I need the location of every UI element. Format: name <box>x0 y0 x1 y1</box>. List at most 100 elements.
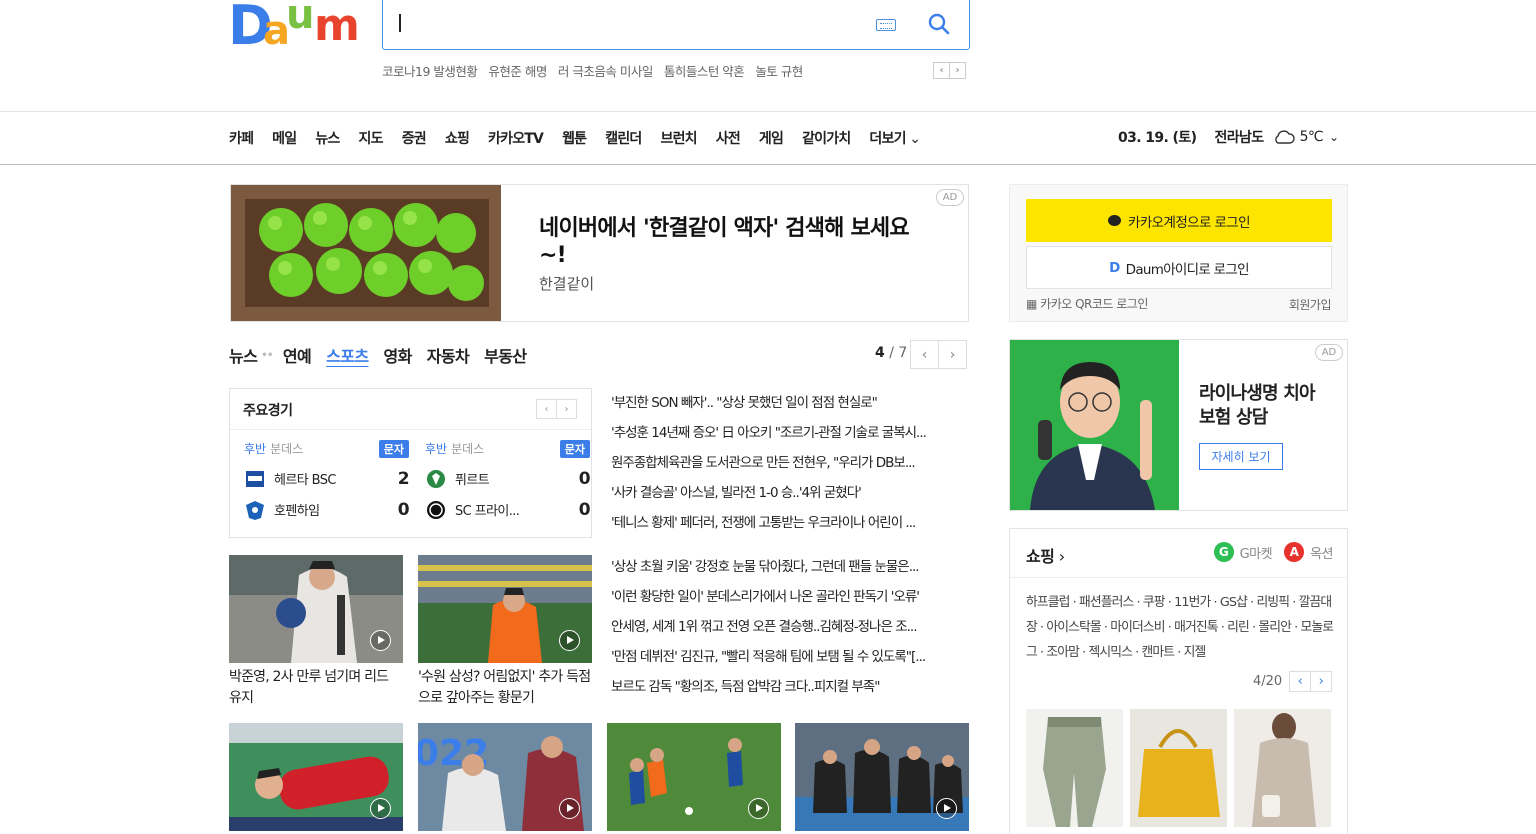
chevron-left-icon[interactable]: ‹ <box>536 399 557 419</box>
headline-link[interactable]: '이런 황당한 일이' 분데스리가에서 나온 골라인 판독기 '오류' <box>611 586 969 616</box>
nav-item-calendar[interactable]: 캘린더 <box>605 128 642 148</box>
tab-sports[interactable]: 스포츠 <box>326 343 369 367</box>
keyboard-icon[interactable] <box>876 19 896 31</box>
ad-title[interactable]: 네이버에서 '한결같이 액자' 검색해 보세요~! <box>539 215 929 269</box>
play-icon <box>370 630 391 651</box>
nav-item-mail[interactable]: 메일 <box>272 128 297 148</box>
daum-logo[interactable]: D a u m <box>228 0 363 54</box>
weather-region: 전라남도 <box>1214 130 1264 146</box>
daum-login-button[interactable]: D Daum아이디로 로그인 <box>1026 246 1332 289</box>
nav-item-brunch[interactable]: 브런치 <box>660 128 697 148</box>
search-icon[interactable] <box>926 11 952 37</box>
ad-image-apples[interactable] <box>231 185 501 321</box>
ad-badge: AD <box>1315 344 1343 361</box>
scoreboard: 주요경기 ‹ › 후반 분데스 문자 헤르타 BSC 2 호펜하임 0 후반 분데스… <box>229 388 592 538</box>
video-thumbnail[interactable] <box>229 555 403 663</box>
search-input[interactable] <box>399 14 401 32</box>
trending-item[interactable]: 러 극초음속 미사일 <box>558 61 653 80</box>
divider <box>1010 577 1347 578</box>
headline-link[interactable]: '추성훈 14년째 증오' 日 아오키 "조르기-관절 기술로 굴복시... <box>611 422 969 452</box>
headline-link[interactable]: 안세영, 세계 1위 꺾고 전영 오픈 결승행..김혜정-정나은 조... <box>611 616 969 646</box>
chevron-left-icon[interactable]: ‹ <box>1289 671 1312 692</box>
headline-link[interactable]: '테니스 황제' 페더러, 전쟁에 고통받는 우크라이나 어린이 ... <box>611 512 969 542</box>
kakao-talk-icon <box>1108 215 1122 226</box>
play-icon <box>748 798 769 819</box>
product-image[interactable] <box>1130 709 1227 827</box>
shopping-title[interactable]: 쇼핑 <box>1026 543 1065 567</box>
headline-link[interactable]: '만점 데뷔전' 김진규, "빨리 적응해 팀에 보탬 될 수 있도록"[... <box>611 646 969 676</box>
nav-item-kakaotv[interactable]: 카카오TV <box>488 128 544 148</box>
auction-link[interactable]: 옥션 <box>1310 543 1333 562</box>
chevron-right-icon[interactable]: › <box>556 399 577 419</box>
trending-item[interactable]: 놀토 규현 <box>755 61 803 80</box>
nav-item-together[interactable]: 같이가치 <box>802 128 851 148</box>
trending-item[interactable]: 코로나19 발생현황 <box>382 61 478 80</box>
headline-link[interactable]: '사카 결승골' 아스널, 빌라전 1-0 승..'4위 굳혔다' <box>611 482 969 512</box>
match-card[interactable]: 후반 분데스 문자 퓌르트 0 SC 프라이... 0 <box>425 440 591 525</box>
ad-image-person[interactable] <box>1010 340 1179 510</box>
page-current: 4 <box>875 345 885 361</box>
team-name: 호펜하임 <box>274 504 320 519</box>
live-text-badge[interactable]: 문자 <box>559 440 590 458</box>
video-thumbnail[interactable] <box>229 723 403 831</box>
nav-item-dictionary[interactable]: 사전 <box>716 128 741 148</box>
team-name: 헤르타 BSC <box>274 473 336 488</box>
gmarket-link[interactable]: G마켓 <box>1240 543 1273 562</box>
video-thumbnail[interactable] <box>795 723 969 831</box>
chevron-right-icon[interactable]: › <box>949 62 966 79</box>
side-ad[interactable]: 라이나생명 치아보험 상담 자세히 보기 AD <box>1009 339 1348 511</box>
chevron-left-icon[interactable]: ‹ <box>933 62 950 79</box>
product-image[interactable] <box>1026 709 1123 827</box>
nav-item-stock[interactable]: 증권 <box>402 128 427 148</box>
headline-link[interactable]: 보르도 감독 "황의조, 득점 압박감 크다..피지컬 부족" <box>611 676 969 706</box>
video-thumbnail[interactable] <box>607 723 781 831</box>
side-ad-title[interactable]: 라이나생명 치아보험 상담 <box>1199 382 1329 430</box>
shopping-mall-links[interactable]: 하프클럽 · 패션플러스 · 쿠팡 · 11번가 · GS샵 · 리빙픽 · 깔… <box>1026 590 1336 665</box>
product-image[interactable] <box>1234 709 1331 827</box>
prev-page-button[interactable]: ‹ <box>910 340 939 369</box>
weather-widget[interactable]: 03. 19. (토) 전라남도 5℃ ⌄ <box>1118 127 1339 147</box>
shopping-page: 4/20 <box>1253 674 1283 689</box>
headline-link[interactable]: '상상 초월 키움' 강정호 눈물 닦아줬다, 그런데 팬들 눈물은... <box>611 556 969 586</box>
nav-item-map[interactable]: 지도 <box>359 128 384 148</box>
global-nav: 카페 메일 뉴스 지도 증권 쇼핑 카카오TV 웹툰 캘린더 브런치 사전 게임… <box>229 128 939 148</box>
thumbnail-caption[interactable]: 박준영, 2사 만루 넘기며 리드 유지 <box>229 667 403 709</box>
scoreboard-title: 주요경기 <box>243 403 293 419</box>
video-thumbnail[interactable] <box>418 555 592 663</box>
nav-item-shopping[interactable]: 쇼핑 <box>445 128 470 148</box>
search-box[interactable] <box>382 0 970 50</box>
chevron-right-icon[interactable]: › <box>1310 671 1333 692</box>
tab-car[interactable]: 자동차 <box>427 343 470 367</box>
nav-item-cafe[interactable]: 카페 <box>229 128 254 148</box>
team-emblem <box>427 469 445 488</box>
nav-item-webtoon[interactable]: 웹툰 <box>562 128 587 148</box>
tab-realestate[interactable]: 부동산 <box>484 343 527 367</box>
next-page-button[interactable]: › <box>938 340 967 369</box>
svg-text:m: m <box>314 0 360 51</box>
live-text-badge[interactable]: 문자 <box>378 440 409 458</box>
signup-link[interactable]: 회원가입 <box>1289 296 1332 313</box>
kakao-login-button[interactable]: 카카오계정으로 로그인 <box>1026 199 1332 242</box>
kakao-login-label: 카카오계정으로 로그인 <box>1128 214 1251 231</box>
ad-banner[interactable]: 네이버에서 '한결같이 액자' 검색해 보세요~! 한결같이 AD <box>230 184 969 322</box>
video-thumbnail[interactable]: 022 <box>418 723 592 831</box>
team-score: 2 <box>397 468 410 489</box>
side-ad-button[interactable]: 자세히 보기 <box>1199 443 1283 470</box>
tab-news[interactable]: 뉴스 <box>229 343 258 367</box>
headline-link[interactable]: 원주종합체육관을 도서관으로 만든 전현우, "우리가 DB보... <box>611 452 969 482</box>
chevron-down-icon[interactable]: ⌄ <box>1329 130 1339 144</box>
divider <box>0 111 1536 112</box>
tab-movie[interactable]: 영화 <box>383 343 412 367</box>
team-score: 0 <box>397 499 410 520</box>
nav-item-game[interactable]: 게임 <box>759 128 784 148</box>
trending-item[interactable]: 톰히들스턴 약혼 <box>664 61 745 80</box>
nav-item-news[interactable]: 뉴스 <box>315 128 340 148</box>
thumbnail-caption[interactable]: '수원 삼성? 어림없지' 추가 득점으로 갚아주는 황문기 <box>418 667 592 709</box>
nav-more-button[interactable]: 더보기 <box>869 128 920 148</box>
headline-link[interactable]: '부진한 SON 빼자'.. "상상 못했던 일이 점점 현실로" <box>611 392 969 422</box>
qr-login-link[interactable]: ▦ 카카오 QR코드 로그인 <box>1026 295 1148 312</box>
match-card[interactable]: 후반 분데스 문자 헤르타 BSC 2 호펜하임 0 <box>244 440 410 525</box>
tab-entertainment[interactable]: 연예 <box>283 343 312 367</box>
team-score: 0 <box>578 499 591 520</box>
trending-item[interactable]: 유현준 해명 <box>488 61 547 80</box>
